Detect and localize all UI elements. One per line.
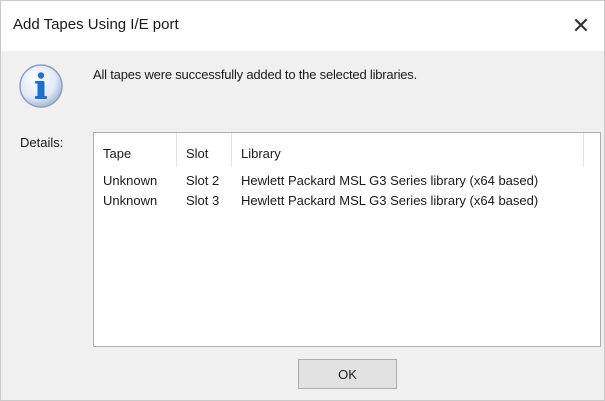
status-message: All tapes were successfully added to the…	[93, 67, 418, 82]
dialog-window: Add Tapes Using I/E port ✕ All tapes wer…	[0, 0, 605, 401]
close-button[interactable]: ✕	[558, 1, 604, 51]
list-header: Tape Slot Library	[94, 133, 600, 167]
info-icon	[19, 64, 63, 108]
column-header-slot[interactable]: Slot	[177, 133, 232, 167]
list-item[interactable]: Unknown Slot 3 Hewlett Packard MSL G3 Se…	[94, 193, 592, 213]
list-item[interactable]: Unknown Slot 2 Hewlett Packard MSL G3 Se…	[94, 173, 592, 193]
cell-slot: Slot 3	[186, 193, 220, 208]
cell-library: Hewlett Packard MSL G3 Series library (x…	[241, 173, 539, 188]
dialog-title: Add Tapes Using I/E port	[13, 16, 179, 33]
details-label: Details:	[20, 135, 64, 150]
column-header-tape[interactable]: Tape	[94, 133, 177, 167]
cell-tape: Unknown	[103, 193, 158, 208]
cell-tape: Unknown	[103, 173, 158, 188]
close-icon: ✕	[571, 13, 591, 39]
column-header-library[interactable]: Library	[232, 133, 584, 167]
cell-library: Hewlett Packard MSL G3 Series library (x…	[241, 193, 539, 208]
ok-button[interactable]: OK	[298, 359, 397, 389]
details-list[interactable]: Tape Slot Library Unknown Slot 2 Hewlett…	[93, 132, 601, 347]
cell-slot: Slot 2	[186, 173, 220, 188]
title-bar: Add Tapes Using I/E port ✕	[1, 1, 604, 51]
